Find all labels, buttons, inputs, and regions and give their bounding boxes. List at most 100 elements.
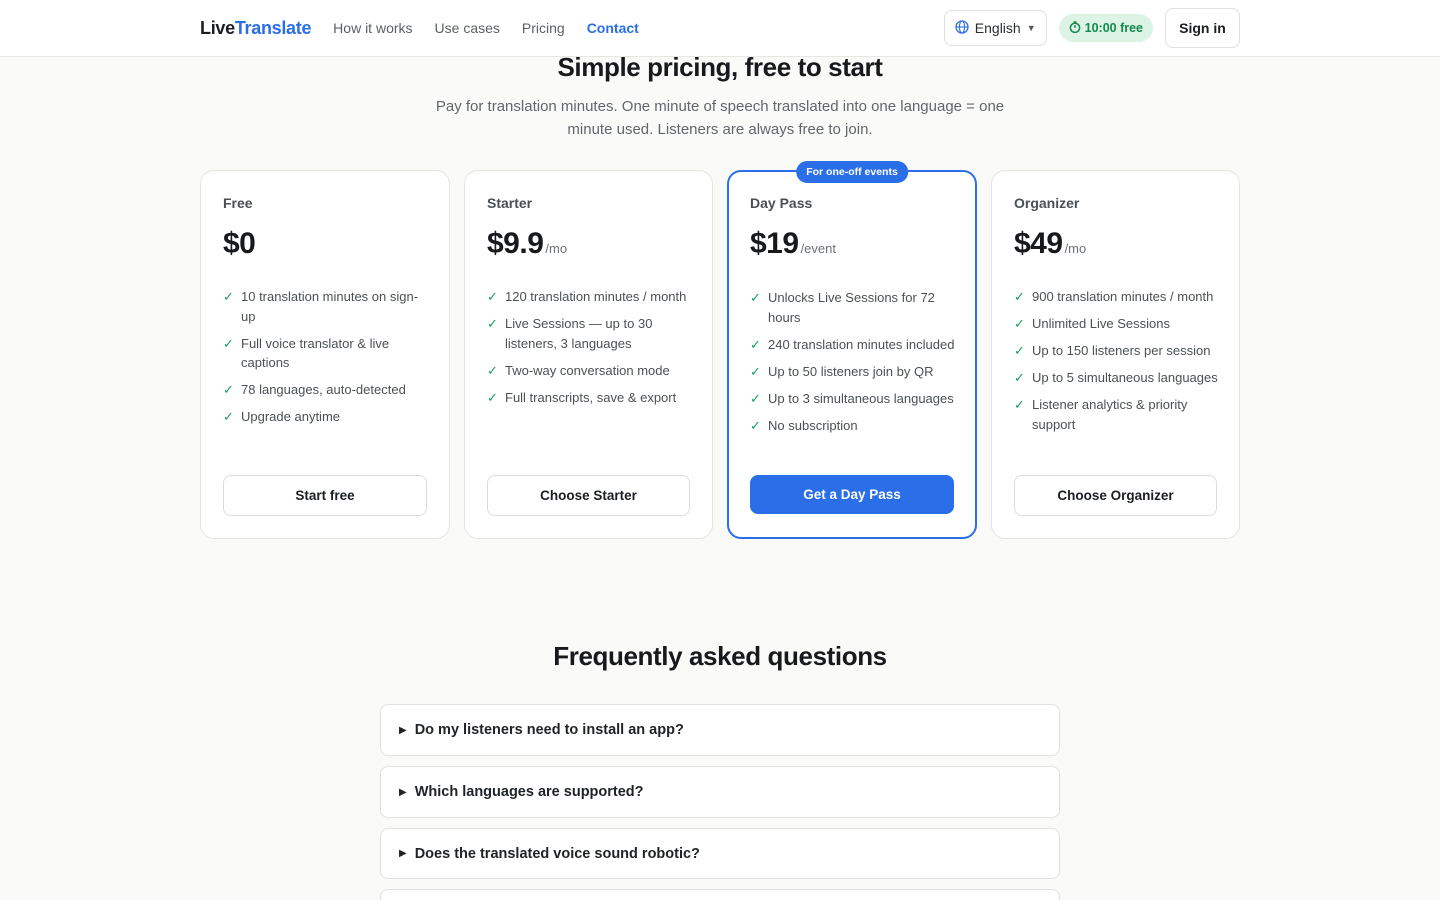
language-select[interactable]: English ▼ — [943, 10, 1047, 46]
plan-price-period: /event — [800, 241, 836, 256]
plan-price-amount: $9.9 — [487, 227, 544, 260]
triangle-right-icon: ▶ — [399, 848, 407, 859]
timer-icon — [1069, 20, 1081, 36]
plan-feature: ✓ Up to 50 listeners join by QR — [750, 362, 957, 382]
triangle-right-icon: ▶ — [399, 724, 407, 736]
nav-link-use-cases[interactable]: Use cases — [435, 20, 500, 36]
free-minutes-text: 10:00 free — [1084, 21, 1143, 35]
nav-link-pricing[interactable]: Pricing — [522, 20, 565, 36]
faq-item[interactable]: ▶ Which languages are supported? — [380, 766, 1060, 818]
check-icon: ✓ — [223, 289, 234, 304]
plan-feature-list: ✓ 10 translation minutes on sign-up ✓ Full… — [223, 287, 431, 434]
check-icon: ✓ — [750, 417, 761, 433]
plan-feature-text: Upgrade anytime — [241, 409, 340, 424]
top-navigation-bar: LiveTranslate How it works Use cases Pri… — [0, 0, 1440, 57]
plan-feature: ✓ Full voice translator & live captions — [223, 334, 431, 373]
chevron-down-icon: ▼ — [1026, 23, 1036, 33]
plan-price: $9.9 /mo — [487, 227, 567, 261]
faq-item[interactable]: ▶ Do my listeners need to install an app… — [380, 704, 1060, 756]
triangle-right-icon: ▶ — [399, 786, 407, 798]
globe-icon — [955, 19, 969, 37]
check-icon: ✓ — [223, 409, 234, 424]
plan-feature-text: Up to 150 listeners per session — [1032, 343, 1211, 358]
plan-feature: ✓ 240 translation minutes included — [750, 335, 957, 355]
plan-price-amount: $19 — [750, 227, 799, 260]
main-nav: How it works Use cases Pricing Contact — [333, 20, 661, 36]
plan-feature-text: 10 translation minutes on sign-up — [241, 289, 419, 324]
faq-item[interactable]: ▶ Does the translated voice sound roboti… — [380, 828, 1060, 879]
plan-feature: ✓ Up to 150 listeners per session — [1014, 341, 1221, 361]
plan-card-free: Free $0 ✓ 10 translation minutes on sign-… — [200, 170, 450, 539]
sign-in-button[interactable]: Sign in — [1165, 8, 1240, 48]
plan-name: Organizer — [1014, 195, 1080, 211]
check-icon: ✓ — [1014, 343, 1025, 358]
plan-feature-text: Two-way conversation mode — [505, 362, 670, 378]
nav-link-how-it-works[interactable]: How it works — [333, 20, 412, 36]
plan-feature-text: Up to 3 simultaneous languages — [768, 390, 954, 406]
plan-feature-text: 78 languages, auto-detected — [241, 382, 406, 397]
plan-feature-list: ✓ Unlocks Live Sessions for 72 hours ✓ 240… — [750, 288, 957, 443]
pricing-subtitle: Pay for translation minutes. One minute … — [435, 98, 1005, 138]
logo-text-live: Live — [200, 17, 235, 38]
header-actions: English ▼ 10:00 free Sign in — [943, 8, 1240, 48]
plan-feature-text: Live Sessions — up to 30 listeners, 3 la… — [505, 316, 653, 351]
plan-feature: ✓ Two-way conversation mode — [487, 361, 694, 381]
globe-icon-svg — [955, 19, 969, 34]
logo-text-translate: Translate — [234, 17, 312, 38]
faq-question: Which languages are supported? — [414, 784, 644, 800]
plan-feature: ✓ 900 translation minutes / month — [1014, 287, 1221, 307]
plan-price-period: /mo — [1064, 241, 1087, 256]
plan-feature: ✓ Listener analytics & priority support — [1014, 395, 1221, 434]
faq-item-partial[interactable] — [380, 889, 1060, 900]
faq-question: Does the translated voice sound robotic? — [414, 845, 700, 862]
check-icon: ✓ — [750, 336, 761, 352]
check-icon: ✓ — [750, 390, 761, 406]
plan-feature-text: No subscription — [768, 417, 858, 433]
pricing-title: Simple pricing, free to start — [557, 52, 883, 82]
plan-feature-list: ✓ 900 translation minutes / month ✓ Unlimi… — [1014, 287, 1221, 442]
plan-card-day-pass: For one-off events Day Pass $19 /event ✓… — [727, 161, 977, 539]
faq-title: Frequently asked questions — [553, 641, 887, 671]
plan-feature-text: Full transcripts, save & export — [505, 389, 677, 405]
plan-feature: ✓ No subscription — [750, 416, 957, 436]
plan-feature: ✓ Unlimited Live Sessions — [1014, 314, 1221, 334]
check-icon: ✓ — [1014, 397, 1025, 412]
plan-feature-text: 240 translation minutes included — [768, 336, 955, 352]
check-icon: ✓ — [487, 389, 498, 405]
check-icon: ✓ — [750, 290, 761, 305]
faq-question: Do my listeners need to install an app? — [414, 722, 684, 738]
plan-name: Starter — [487, 195, 533, 211]
plan-feature: ✓ Up to 5 simultaneous languages — [1014, 368, 1221, 388]
top-navigation-inner: LiveTranslate How it works Use cases Pri… — [200, 0, 1240, 56]
check-icon: ✓ — [1014, 289, 1025, 304]
plan-feature-text: Unlocks Live Sessions for 72 hours — [768, 290, 935, 325]
check-icon: ✓ — [750, 363, 761, 379]
plan-price-period: /mo — [545, 241, 568, 256]
plan-feature: ✓ Unlocks Live Sessions for 72 hours — [750, 288, 957, 327]
start-free-button[interactable]: Start free — [223, 475, 427, 516]
plan-feature: ✓ 78 languages, auto-detected — [223, 380, 431, 400]
plan-feature-text: Full voice translator & live captions — [241, 335, 390, 371]
plan-feature-text: 120 translation minutes / month — [505, 289, 687, 304]
logo[interactable]: LiveTranslate — [200, 18, 311, 39]
nav-link-contact[interactable]: Contact — [587, 20, 639, 36]
plan-badge: For one-off events — [796, 161, 908, 183]
plan-feature: ✓ Up to 3 simultaneous languages — [750, 389, 957, 409]
plan-name: Free — [223, 195, 253, 211]
free-minutes-badge: 10:00 free — [1058, 14, 1153, 42]
check-icon: ✓ — [1014, 316, 1025, 331]
check-icon: ✓ — [223, 382, 234, 397]
plan-card-organizer: Organizer $49 /mo ✓ 900 translation minut… — [991, 170, 1240, 539]
plan-feature: ✓ Full transcripts, save & export — [487, 388, 694, 408]
plan-price-amount: $49 — [1014, 227, 1063, 260]
check-icon: ✓ — [487, 316, 498, 331]
choose-organizer-button[interactable]: Choose Organizer — [1014, 475, 1217, 516]
get-day-pass-button[interactable]: Get a Day Pass — [750, 475, 954, 514]
plan-feature-text: Up to 5 simultaneous languages — [1032, 370, 1218, 385]
choose-starter-button[interactable]: Choose Starter — [487, 475, 690, 516]
timer-icon-svg — [1069, 20, 1080, 33]
plan-name: Day Pass — [750, 195, 813, 211]
plan-feature-list: ✓ 120 translation minutes / month ✓ Live S… — [487, 287, 694, 415]
plan-feature-text: Unlimited Live Sessions — [1032, 316, 1171, 331]
plan-price-amount: $0 — [223, 227, 256, 260]
